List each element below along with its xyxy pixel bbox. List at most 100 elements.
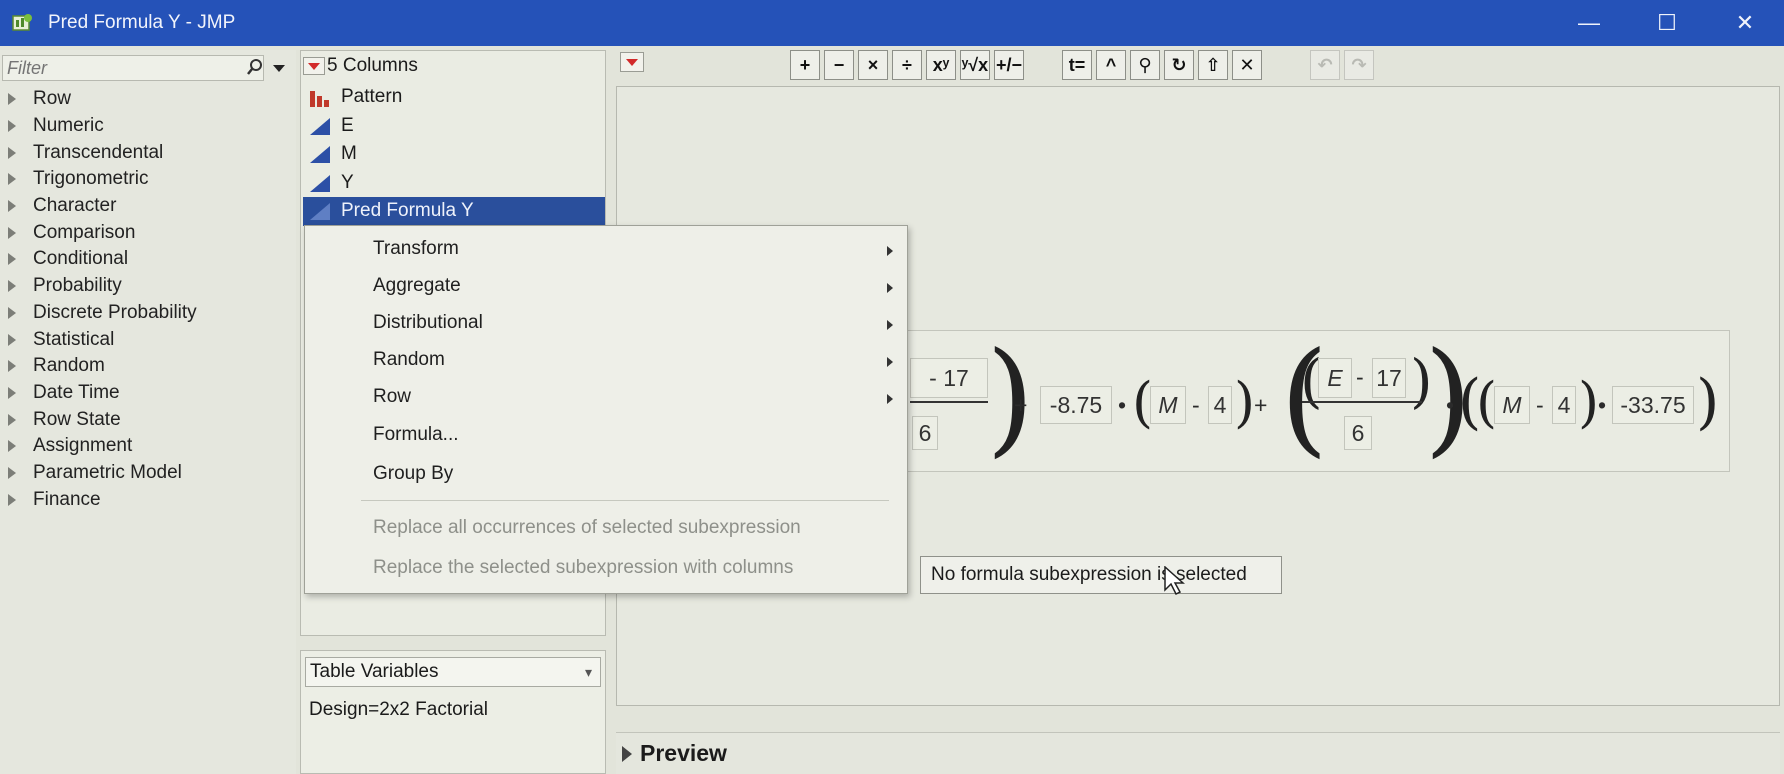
redo-button[interactable]: ↷ bbox=[1344, 50, 1374, 80]
multiply-dot: • bbox=[1598, 392, 1607, 418]
column-name: Pred Formula Y bbox=[341, 200, 474, 222]
function-category-item[interactable]: Finance bbox=[0, 486, 197, 513]
function-category-item[interactable]: Transcendental bbox=[0, 139, 197, 166]
function-category-item[interactable]: Statistical bbox=[0, 326, 197, 353]
function-category-item[interactable]: Probability bbox=[0, 273, 197, 300]
function-category-item[interactable]: Assignment bbox=[0, 433, 197, 460]
red-triangle-menu-icon[interactable] bbox=[303, 57, 325, 75]
close-button[interactable]: ✕ bbox=[1706, 0, 1784, 46]
expand-triangle-icon[interactable] bbox=[8, 173, 16, 186]
table-variables-panel: Table Variables ▾ Design=2x2 Factorial bbox=[300, 650, 606, 774]
coefficient-term[interactable]: -8.75 bbox=[1040, 386, 1112, 424]
function-category-item[interactable]: Conditional bbox=[0, 246, 197, 273]
function-category-label: Statistical bbox=[33, 328, 115, 350]
subtract-button[interactable]: − bbox=[824, 50, 854, 80]
function-category-item[interactable]: Numeric bbox=[0, 113, 197, 140]
expand-triangle-icon[interactable] bbox=[8, 280, 16, 293]
minimize-button[interactable]: — bbox=[1550, 0, 1628, 46]
expand-triangle-icon[interactable] bbox=[8, 93, 16, 106]
column-item[interactable]: M bbox=[303, 140, 603, 169]
assign-button[interactable]: t= bbox=[1062, 50, 1092, 80]
filter-dropdown-icon[interactable] bbox=[266, 55, 292, 81]
raise-button[interactable]: ^ bbox=[1096, 50, 1126, 80]
column-item[interactable]: Y bbox=[303, 169, 603, 198]
m-variable[interactable]: M bbox=[1150, 386, 1186, 424]
function-category-label: Row bbox=[33, 88, 72, 110]
preview-section[interactable]: Preview bbox=[616, 732, 1780, 774]
function-category-item[interactable]: Discrete Probability bbox=[0, 300, 197, 327]
constant-4[interactable]: 4 bbox=[1208, 386, 1232, 424]
minus-operator: - bbox=[1192, 392, 1200, 418]
menu-item-formula[interactable]: Formula... bbox=[373, 424, 459, 446]
function-category-item[interactable]: Comparison bbox=[0, 219, 197, 246]
menu-item-random[interactable]: Random bbox=[373, 349, 445, 371]
constant-4[interactable]: 4 bbox=[1552, 386, 1576, 424]
function-category-label: Comparison bbox=[33, 221, 136, 243]
constant-17[interactable]: 17 bbox=[1372, 358, 1406, 398]
menu-item-aggregate[interactable]: Aggregate bbox=[373, 275, 461, 297]
column-name: M bbox=[341, 143, 357, 165]
denominator-6[interactable]: 6 bbox=[1344, 416, 1372, 450]
function-category-item[interactable]: Random bbox=[0, 353, 197, 380]
add-button[interactable]: + bbox=[790, 50, 820, 80]
expand-triangle-icon[interactable] bbox=[8, 360, 16, 373]
expand-triangle-icon[interactable] bbox=[8, 413, 16, 426]
search-icon[interactable] bbox=[246, 58, 264, 81]
submenu-arrow-icon bbox=[887, 246, 893, 256]
filter-input[interactable] bbox=[2, 55, 264, 81]
maximize-button[interactable]: ☐ bbox=[1628, 0, 1706, 46]
function-category-label: Date Time bbox=[33, 381, 120, 403]
divide-button[interactable]: ÷ bbox=[892, 50, 922, 80]
m-variable[interactable]: M bbox=[1494, 386, 1530, 424]
denominator-6[interactable]: 6 bbox=[912, 416, 938, 450]
fraction-bar bbox=[1302, 401, 1422, 403]
root-button[interactable]: ʸ√x bbox=[960, 50, 990, 80]
swap-button[interactable]: ↻ bbox=[1164, 50, 1194, 80]
expand-triangle-icon[interactable] bbox=[8, 493, 16, 506]
coefficient-term[interactable]: -33.75 bbox=[1612, 386, 1694, 424]
function-category-item[interactable]: Row bbox=[0, 86, 197, 113]
filter-row bbox=[2, 54, 294, 82]
function-category-label: Assignment bbox=[33, 435, 133, 457]
expand-triangle-icon[interactable] bbox=[8, 253, 16, 266]
function-category-item[interactable]: Character bbox=[0, 193, 197, 220]
peel-button[interactable]: ⚲ bbox=[1130, 50, 1160, 80]
fraction-bar bbox=[910, 401, 988, 403]
expand-triangle-icon[interactable] bbox=[8, 200, 16, 213]
expand-triangle-icon[interactable] bbox=[8, 386, 16, 399]
expand-triangle-icon[interactable] bbox=[8, 226, 16, 239]
menu-item-group-by[interactable]: Group By bbox=[373, 463, 453, 485]
expand-triangle-icon[interactable] bbox=[8, 440, 16, 453]
expand-triangle-icon[interactable] bbox=[8, 146, 16, 159]
column-item[interactable]: E bbox=[303, 112, 603, 141]
menu-item-distributional[interactable]: Distributional bbox=[373, 312, 483, 334]
e-variable[interactable]: E bbox=[1318, 358, 1352, 398]
table-variables-select[interactable]: Table Variables ▾ bbox=[305, 657, 601, 687]
menu-item-row[interactable]: Row bbox=[373, 386, 411, 408]
column-item[interactable]: Pattern bbox=[303, 83, 603, 112]
expand-triangle-icon[interactable] bbox=[8, 466, 16, 479]
disclosure-triangle-icon[interactable] bbox=[622, 745, 632, 762]
window-title: Pred Formula Y - JMP bbox=[48, 12, 236, 33]
undo-button[interactable]: ↶ bbox=[1310, 50, 1340, 80]
expand-triangle-icon[interactable] bbox=[8, 306, 16, 319]
menu-item-transform[interactable]: Transform bbox=[373, 238, 459, 260]
multiply-dot: • bbox=[1446, 392, 1455, 418]
function-category-item[interactable]: Trigonometric bbox=[0, 166, 197, 193]
function-category-item[interactable]: Row State bbox=[0, 406, 197, 433]
power-button[interactable]: xʸ bbox=[926, 50, 956, 80]
function-category-list: Row Numeric Transcendental Trigonometric Cha… bbox=[0, 86, 197, 513]
column-item[interactable]: Pred Formula Y bbox=[303, 197, 605, 226]
e-minus-17-term[interactable]: - 17 bbox=[910, 358, 988, 398]
plus-minus-button[interactable]: +/− bbox=[994, 50, 1024, 80]
function-category-panel: Row Numeric Transcendental Trigonometric Cha… bbox=[0, 50, 296, 774]
expand-triangle-icon[interactable] bbox=[8, 333, 16, 346]
unary-button[interactable]: ⇧ bbox=[1198, 50, 1228, 80]
table-variable-value[interactable]: Design=2x2 Factorial bbox=[309, 699, 488, 721]
function-category-item[interactable]: Parametric Model bbox=[0, 460, 197, 487]
function-category-item[interactable]: Date Time bbox=[0, 380, 197, 407]
expand-triangle-icon[interactable] bbox=[8, 120, 16, 133]
delete-button[interactable]: ✕ bbox=[1232, 50, 1262, 80]
column-name: E bbox=[341, 114, 354, 136]
multiply-button[interactable]: × bbox=[858, 50, 888, 80]
